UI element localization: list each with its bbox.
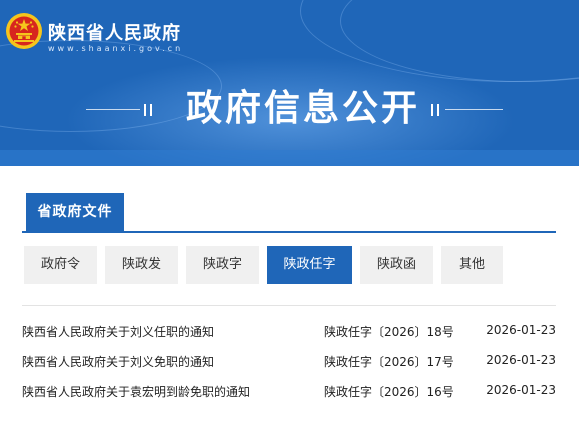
page-title: 政府信息公开 (186, 88, 421, 129)
document-date: 2026-01-23 (486, 353, 556, 367)
category-button-other[interactable]: 其他 (441, 246, 503, 284)
list-divider (22, 305, 556, 306)
category-button-shaanzhengfa[interactable]: 陕政发 (105, 246, 178, 284)
section-tab-provincial-documents[interactable]: 省政府文件 (26, 193, 124, 231)
category-button-shaanzhengrenzi[interactable]: 陕政任字 (267, 246, 352, 284)
site-url: www.shaanxi.gov.cn (48, 44, 184, 53)
title-decoration-left (86, 104, 158, 116)
section-header: 省政府文件 (22, 190, 556, 233)
document-title-link[interactable]: 陕西省人民政府关于刘义免职的通知 (22, 353, 214, 370)
national-emblem-icon[interactable] (5, 12, 43, 50)
document-title-link[interactable]: 陕西省人民政府关于袁宏明到龄免职的通知 (22, 383, 250, 400)
document-row[interactable]: 陕西省人民政府关于袁宏明到龄免职的通知 陕政任字〔2026〕16号 2026-0… (22, 383, 556, 403)
title-decoration-right (431, 104, 503, 116)
category-button-shaanzhenghan[interactable]: 陕政函 (360, 246, 433, 284)
document-number: 陕政任字〔2026〕18号 (324, 325, 454, 339)
document-date: 2026-01-23 (486, 383, 556, 397)
document-date: 2026-01-23 (486, 323, 556, 337)
category-button-zhengfuling[interactable]: 政府令 (24, 246, 97, 284)
document-number: 陕政任字〔2026〕17号 (324, 355, 454, 369)
banner-bottom-band (0, 150, 579, 166)
document-number: 陕政任字〔2026〕16号 (324, 385, 454, 399)
document-title-link[interactable]: 陕西省人民政府关于刘义任职的通知 (22, 323, 214, 340)
document-row[interactable]: 陕西省人民政府关于刘义任职的通知 陕政任字〔2026〕18号 2026-01-2… (22, 323, 556, 343)
site-name[interactable]: 陕西省人民政府 (48, 19, 181, 45)
category-button-shaanzhengzi[interactable]: 陕政字 (186, 246, 259, 284)
header-banner: 陕西省人民政府 www.shaanxi.gov.cn 政府信息公开 (0, 0, 579, 166)
document-row[interactable]: 陕西省人民政府关于刘义免职的通知 陕政任字〔2026〕17号 2026-01-2… (22, 353, 556, 373)
